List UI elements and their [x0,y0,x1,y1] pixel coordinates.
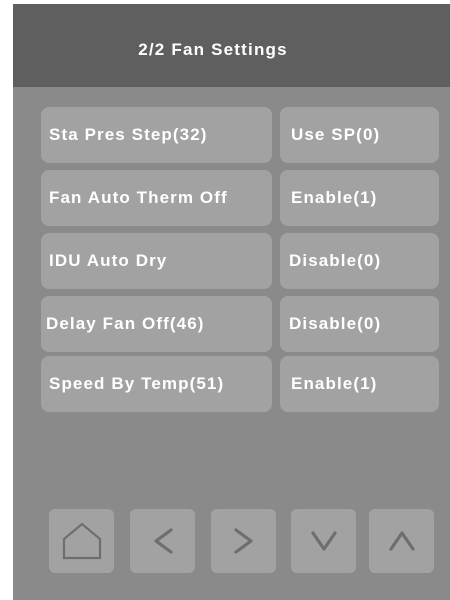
header-bar: 2/2 Fan Settings [13,4,450,87]
page-title: 2/2 Fan Settings [138,40,288,59]
setting-value-speed-by-temp[interactable]: Enable(1) [280,356,439,412]
chevron-up-icon [388,531,415,551]
chevron-down-icon [310,531,337,551]
setting-label-speed-by-temp[interactable]: Speed By Temp(51) [41,356,272,412]
scroll-up-button[interactable] [369,509,434,573]
setting-value-delay-fan-off[interactable]: Disable(0) [280,296,439,352]
next-button[interactable] [211,509,276,573]
home-button[interactable] [49,509,114,573]
setting-label-delay-fan-off[interactable]: Delay Fan Off(46) [41,296,272,352]
scroll-down-button[interactable] [291,509,356,573]
setting-value-idu-auto-dry[interactable]: Disable(0) [280,233,439,289]
chevron-right-icon [233,528,253,554]
setting-value-fan-auto-therm-off[interactable]: Enable(1) [280,170,439,226]
setting-label-sta-pres-step[interactable]: Sta Pres Step(32) [41,107,272,163]
setting-value-sta-pres-step[interactable]: Use SP(0) [280,107,439,163]
previous-button[interactable] [130,509,195,573]
home-icon [62,522,101,560]
chevron-left-icon [153,528,173,554]
setting-label-idu-auto-dry[interactable]: IDU Auto Dry [41,233,272,289]
settings-screen: 2/2 Fan Settings Sta Pres Step(32) Use S… [13,4,450,600]
setting-label-fan-auto-therm-off[interactable]: Fan Auto Therm Off [41,170,272,226]
